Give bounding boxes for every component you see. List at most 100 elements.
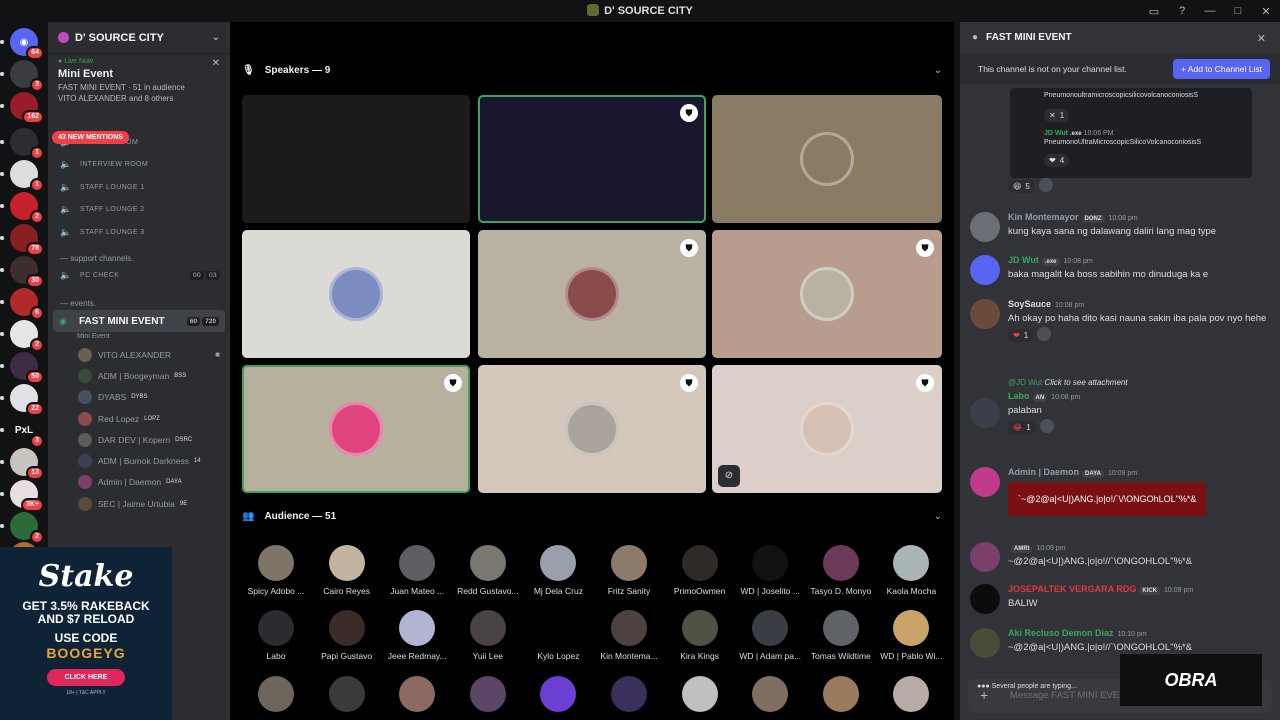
add-reaction-icon[interactable]: [1038, 177, 1053, 192]
audience-header[interactable]: 👥 Audience — 51: [242, 511, 336, 522]
voice-user[interactable]: ADM | Boogeyman BSS: [48, 365, 230, 386]
sponsor-ad[interactable]: Stake GET 3.5% RAKEBACK AND $7 RELOAD US…: [0, 547, 172, 720]
reaction[interactable]: ❤ 4: [1044, 154, 1070, 167]
maximize-icon[interactable]: □: [1224, 5, 1252, 17]
speaker-tile[interactable]: [242, 230, 470, 358]
avatar[interactable]: [970, 584, 1000, 614]
audience-member[interactable]: Cairo Reyes: [314, 545, 380, 596]
audience-member[interactable]: Jeee Redmay...: [384, 610, 450, 661]
avatar[interactable]: [970, 398, 1000, 428]
audience-member[interactable]: PrimoOwmen: [667, 545, 733, 596]
audience-member[interactable]: [455, 676, 521, 712]
speaker-tile[interactable]: [242, 95, 470, 223]
close-icon[interactable]: ✕: [1257, 32, 1266, 54]
avatar[interactable]: [970, 212, 1000, 242]
audience-member[interactable]: Fritz Sanity: [596, 545, 662, 596]
chat-message[interactable]: SoySauce 10:08 pm Ah okay po haha dito kas…: [970, 299, 1270, 343]
audience-member[interactable]: Kaola Mocha: [878, 545, 944, 596]
server-icon[interactable]: 1: [0, 160, 44, 192]
audience-member[interactable]: Redd Gustavo...: [455, 545, 521, 596]
category-support[interactable]: — support channels.: [48, 244, 230, 265]
new-mentions-badge[interactable]: 43 NEW MENTIONS: [52, 131, 129, 144]
server-icon[interactable]: 3K+: [0, 480, 44, 512]
audience-member[interactable]: Tasyo D. Monyo: [808, 545, 874, 596]
avatar[interactable]: [970, 467, 1000, 497]
avatar[interactable]: [970, 299, 1000, 329]
chat-message[interactable]: JD Wut .exe 10:08 pm baka magalit ka boss s…: [970, 255, 1270, 285]
speaker-tile[interactable]: ⛊: [478, 365, 706, 493]
add-reaction-icon[interactable]: [1039, 418, 1054, 433]
speaker-tile[interactable]: ⛊: [478, 230, 706, 358]
audience-member[interactable]: Kin Montema...: [596, 610, 662, 661]
audience-member[interactable]: [737, 676, 803, 712]
audience-member[interactable]: Kylo Lopez: [525, 610, 591, 661]
voice-user[interactable]: SEC | Jaime Urtubia 9E: [48, 493, 230, 514]
chat-message[interactable]: Admin | Daemon DAYA 10:09 pm `~@2@a|<U|)ANG…: [970, 467, 1270, 516]
add-reaction-icon[interactable]: [1037, 326, 1052, 341]
channel-staff-lounge-1[interactable]: 🔈 STAFF LOUNGE 1: [48, 176, 230, 199]
help-icon[interactable]: ?: [1168, 5, 1196, 17]
channel-fast-mini-event[interactable]: ◉ FAST MINI EVENT 60 720: [53, 310, 225, 332]
server-icon[interactable]: 13: [0, 448, 44, 480]
voice-user[interactable]: VITO ALEXANDER ■: [48, 344, 230, 365]
speaker-tile[interactable]: [712, 95, 942, 223]
audience-member[interactable]: Kira Kings: [667, 610, 733, 661]
reaction[interactable]: ✕ 1: [1044, 109, 1070, 122]
audience-member[interactable]: WD | Adam pa...: [737, 610, 803, 661]
server-icon[interactable]: 2: [0, 512, 44, 544]
audience-member[interactable]: Mj Dela Cruz: [525, 545, 591, 596]
server-icon[interactable]: 22: [0, 384, 44, 416]
audience-member[interactable]: [314, 676, 380, 712]
speaker-tile[interactable]: ⛊: [242, 365, 470, 493]
server-icon[interactable]: 30: [0, 256, 44, 288]
voice-user[interactable]: ADM | Burnok Darkness 14: [48, 450, 230, 471]
reply-preview[interactable]: @JD Wut Click to see attachment: [1008, 378, 1270, 387]
audience-member[interactable]: Labo: [243, 610, 309, 661]
avatar[interactable]: [970, 628, 1000, 658]
avatar[interactable]: [970, 542, 1000, 572]
server-icon[interactable]: 2: [0, 320, 44, 352]
server-icon[interactable]: 162: [0, 92, 44, 124]
audience-member[interactable]: [878, 676, 944, 712]
server-icon[interactable]: 6: [0, 288, 44, 320]
channel-staff-lounge-3[interactable]: 🔈 STAFF LOUNGE 3: [48, 221, 230, 244]
server-icon[interactable]: 1: [0, 128, 44, 160]
close-window-icon[interactable]: ✕: [1252, 5, 1280, 18]
server-icon[interactable]: 3: [0, 60, 44, 92]
audience-member[interactable]: [525, 676, 591, 712]
audience-member[interactable]: Spicy Adobo ...: [243, 545, 309, 596]
speaker-tile[interactable]: ⛊ ⊘: [712, 365, 942, 493]
category-events[interactable]: — events.: [48, 287, 230, 310]
speaker-tile[interactable]: ⛊: [478, 95, 706, 223]
voice-user[interactable]: DAR DEV | Kopern DSRC: [48, 429, 230, 450]
server-header[interactable]: D' SOURCE CITY ⌄: [48, 22, 230, 54]
chat-message[interactable]: Aki Recluso Demon Diaz 10:10 pm ~@2@a|<U|)…: [970, 628, 1270, 658]
chevron-down-icon[interactable]: ⌄: [934, 511, 942, 522]
live-event-card[interactable]: ✕ ● Live Now Mini Event FAST MINI EVENT …: [48, 54, 230, 107]
audience-member[interactable]: Papi Gustavo: [314, 610, 380, 661]
server-icon[interactable]: 78: [0, 224, 44, 256]
ad-click-button[interactable]: CLICK HERE: [46, 669, 126, 686]
voice-user[interactable]: Red Lopez LOPZ: [48, 408, 230, 429]
audience-member[interactable]: Juan Mateo ...: [384, 545, 450, 596]
reaction[interactable]: ❤ 1: [1008, 329, 1034, 342]
chat-message[interactable]: @JD Wut Click to see attachment Labo AN 10:…: [970, 378, 1270, 435]
audience-member[interactable]: Tomas Wildtime: [808, 610, 874, 661]
audience-member[interactable]: [384, 676, 450, 712]
camera-off-icon[interactable]: ⊘: [718, 465, 740, 487]
voice-user[interactable]: DYABS DYBS: [48, 387, 230, 408]
channel-pc-check[interactable]: 🔈 PC CHECK 00 03: [48, 265, 230, 288]
voice-user[interactable]: Admin | Daemon DAYA: [48, 472, 230, 493]
channel-interview-room[interactable]: 🔈 INTERVIEW ROOM: [48, 154, 230, 177]
server-icon[interactable]: 2: [0, 192, 44, 224]
reaction[interactable]: 😆 5: [1008, 180, 1035, 193]
chat-message[interactable]: Kin Montemayor DONZ 10:08 pm kung kaya sana…: [970, 212, 1270, 242]
add-to-channel-list-button[interactable]: + Add to Channel List: [1172, 59, 1270, 79]
audience-member[interactable]: [667, 676, 733, 712]
chat-message[interactable]: AMRI 10:09 pm ~@2@a|<U|)ANG.|o|o!//`\ONGOH…: [970, 542, 1270, 572]
server-icon[interactable]: ◉ 64: [0, 28, 44, 60]
server-icon[interactable]: 50: [0, 352, 44, 384]
avatar[interactable]: [970, 255, 1000, 285]
audience-member[interactable]: [596, 676, 662, 712]
chevron-down-icon[interactable]: ⌄: [934, 65, 942, 76]
